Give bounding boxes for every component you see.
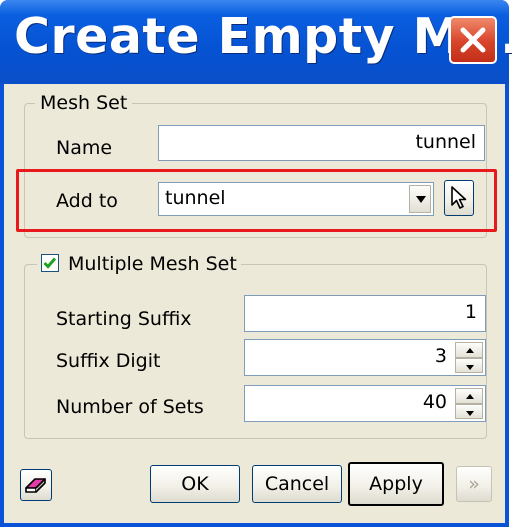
multiple-mesh-set-checkbox[interactable] [41, 254, 59, 272]
name-field[interactable]: tunnel [158, 125, 485, 161]
eraser-button[interactable] [20, 469, 52, 501]
suffix-digit-spin [455, 342, 483, 373]
close-button[interactable] [449, 16, 497, 64]
add-to-label: Add to [56, 190, 118, 212]
dialog-body: Mesh Set Name tunnel Add to tunnel Multi… [4, 84, 505, 523]
starting-suffix-value: 1 [464, 301, 477, 323]
dialog-window: Create Empty M... Mesh Set Name tunnel A… [0, 0, 512, 527]
pick-button[interactable] [444, 180, 474, 216]
spin-up-button[interactable] [455, 342, 483, 358]
ok-button[interactable]: OK [150, 465, 240, 503]
name-label: Name [56, 137, 113, 159]
suffix-digit-label: Suffix Digit [56, 350, 161, 372]
spin-down-button[interactable] [455, 357, 483, 373]
add-to-dropdown-value: tunnel [165, 187, 226, 209]
number-of-sets-spin [455, 388, 483, 419]
title-bar[interactable]: Create Empty M... [0, 0, 512, 84]
arrow-up-icon [466, 348, 474, 353]
starting-suffix-field[interactable]: 1 [244, 295, 486, 332]
apply-button[interactable]: Apply [348, 462, 444, 506]
dropdown-arrow-icon [416, 196, 426, 203]
spin-up-button[interactable] [455, 388, 483, 404]
double-chevron-right-icon: » [468, 473, 480, 495]
number-of-sets-stepper[interactable]: 40 [244, 385, 486, 422]
number-of-sets-value: 40 [422, 391, 447, 413]
multiple-mesh-set-legend: Multiple Mesh Set [37, 251, 241, 277]
arrow-down-icon [466, 410, 474, 416]
close-icon [460, 27, 486, 53]
cancel-button-label: Cancel [264, 473, 330, 495]
apply-button-label: Apply [369, 473, 423, 495]
spin-down-button[interactable] [455, 403, 483, 419]
starting-suffix-label: Starting Suffix [56, 308, 192, 330]
arrow-up-icon [466, 394, 474, 399]
window-title: Create Empty M... [14, 8, 512, 65]
multiple-mesh-set-label: Multiple Mesh Set [68, 253, 237, 275]
expand-button[interactable]: » [456, 466, 492, 502]
dropdown-button[interactable] [409, 185, 431, 213]
cancel-button[interactable]: Cancel [252, 465, 342, 503]
mesh-set-legend: Mesh Set [35, 92, 133, 114]
arrow-down-icon [466, 364, 474, 370]
eraser-icon [25, 478, 46, 493]
pick-pointer-icon [451, 186, 467, 209]
name-field-value: tunnel [415, 131, 476, 153]
number-of-sets-label: Number of Sets [56, 396, 204, 418]
checkmark-icon [43, 257, 57, 269]
ok-button-label: OK [181, 473, 209, 495]
suffix-digit-value: 3 [434, 345, 447, 367]
add-to-dropdown[interactable]: tunnel [158, 182, 434, 216]
suffix-digit-stepper[interactable]: 3 [244, 339, 486, 376]
